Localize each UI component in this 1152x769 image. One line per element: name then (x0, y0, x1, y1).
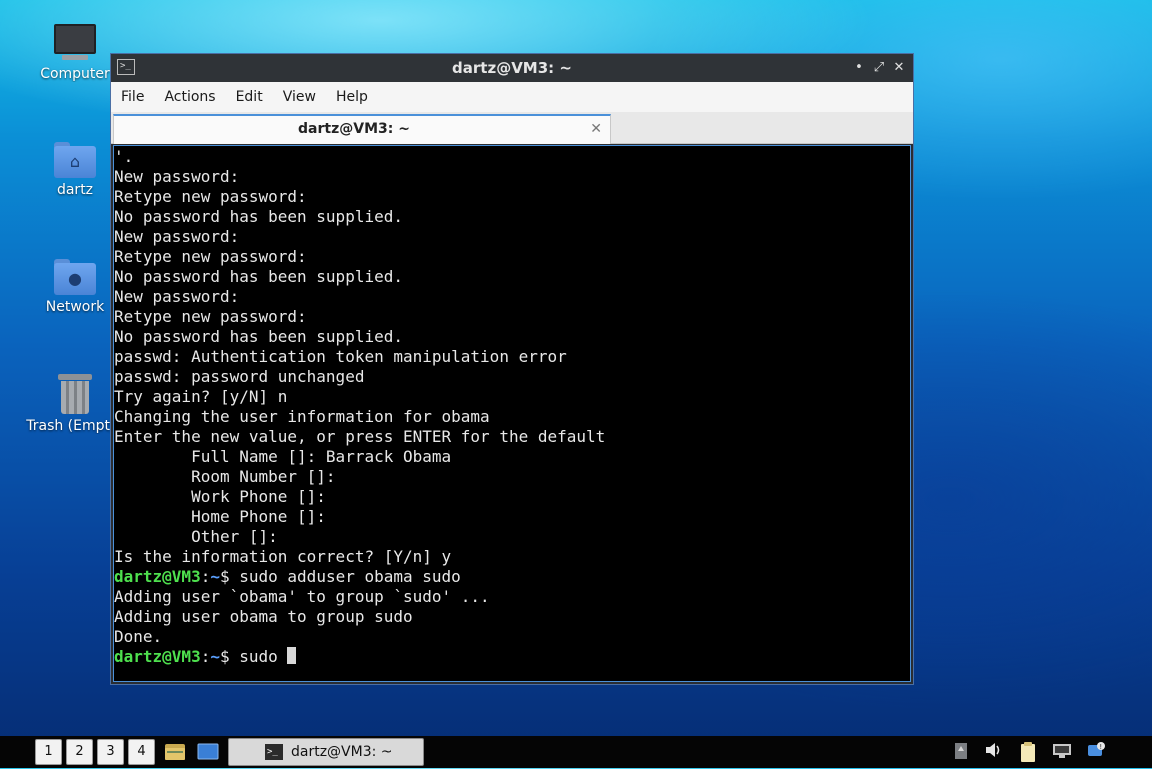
taskbar: 1 2 3 4 >_ dartz@VM3: ~ ! (0, 736, 1152, 768)
terminal-line: Work Phone []: (114, 487, 326, 506)
prompt-user: dartz@VM3 (114, 647, 201, 666)
network-icon[interactable] (1051, 741, 1073, 763)
tab-terminal[interactable]: dartz@VM3: ~ ✕ (113, 114, 611, 144)
svg-text:!: ! (1099, 743, 1102, 751)
window-title: dartz@VM3: ~ (452, 59, 572, 77)
network-folder-icon: ● (54, 259, 96, 295)
notification-icon[interactable]: ! (1085, 741, 1107, 763)
minimize-button[interactable]: • (849, 58, 869, 78)
workspace-4-button[interactable]: 4 (128, 739, 155, 765)
terminal-line: Home Phone []: (114, 507, 326, 526)
terminal-line: Enter the new value, or press ENTER for … (114, 427, 606, 446)
terminal-line: Changing the user information for obama (114, 407, 490, 426)
prompt-user: dartz@VM3 (114, 567, 201, 586)
prompt-separator: : (200, 567, 211, 586)
prompt-symbol: $ (219, 567, 240, 586)
taskbar-task-label: dartz@VM3: ~ (291, 744, 393, 760)
trash-icon (58, 374, 92, 414)
volume-icon[interactable] (983, 741, 1005, 763)
terminal-line: No password has been supplied. (114, 207, 403, 226)
file-manager-icon[interactable] (164, 742, 186, 762)
tab-close-icon[interactable]: ✕ (590, 119, 602, 139)
menu-actions[interactable]: Actions (154, 82, 225, 112)
terminal-line: Retype new password: (114, 187, 307, 206)
workspace-2-button[interactable]: 2 (66, 739, 93, 765)
prompt-symbol: $ (219, 647, 240, 666)
taskbar-terminal-button[interactable]: >_ dartz@VM3: ~ (228, 738, 424, 766)
menu-file[interactable]: File (111, 82, 154, 112)
disk-icon[interactable] (950, 741, 972, 763)
terminal-line: New password: (114, 287, 240, 306)
text-cursor (287, 647, 297, 664)
prompt-path: ~ (210, 567, 220, 586)
prompt-path: ~ (210, 647, 220, 666)
terminal-icon: >_ (265, 744, 283, 760)
prompt-line-active[interactable]: dartz@VM3:~$ sudo (114, 647, 605, 667)
terminal-line: New password: (114, 167, 240, 186)
tab-bar: dartz@VM3: ~ ✕ (111, 112, 913, 144)
menu-view[interactable]: View (273, 82, 326, 112)
terminal-line: passwd: Authentication token manipulatio… (114, 347, 567, 366)
terminal-line: Is the information correct? [Y/n] y (114, 547, 452, 566)
terminal-line: No password has been supplied. (114, 267, 403, 286)
menu-help[interactable]: Help (326, 82, 378, 112)
maximize-button[interactable]: ⤢ (869, 58, 889, 78)
terminal-line: Retype new password: (114, 247, 307, 266)
terminal-line: No password has been supplied. (114, 327, 403, 346)
home-folder-icon: ⌂ (54, 142, 96, 178)
prompt-line: dartz@VM3:~$ sudo adduser obama sudo (114, 567, 605, 587)
terminal-line: passwd: password unchanged (114, 367, 365, 386)
terminal-line: New password: (114, 227, 240, 246)
terminal-line: Adding user `obama' to group `sudo' ... (114, 587, 490, 606)
prompt-command-input[interactable]: sudo (239, 647, 287, 666)
terminal-line: Try again? [y/N] n (114, 387, 288, 406)
terminal-line: Adding user obama to group sudo (114, 607, 413, 626)
workspace-3-button[interactable]: 3 (97, 739, 124, 765)
terminal-line: Done. (114, 627, 163, 646)
terminal-window: >_ dartz@VM3: ~ • ⤢ ✕ File Actions Edit Vie… (110, 53, 914, 685)
menu-bar: File Actions Edit View Help (111, 82, 913, 112)
tab-label: dartz@VM3: ~ (298, 121, 410, 137)
prompt-command: sudo adduser obama sudo (239, 567, 461, 586)
show-desktop-icon[interactable] (197, 742, 219, 762)
window-titlebar[interactable]: >_ dartz@VM3: ~ • ⤢ ✕ (111, 54, 913, 82)
terminal-line: Full Name []: Barrack Obama (114, 447, 452, 466)
terminal-lines: '. New password: Retype new password: No pa… (114, 147, 605, 667)
terminal-output[interactable]: '. New password: Retype new password: No pa… (113, 145, 911, 682)
workspace-1-button[interactable]: 1 (35, 739, 62, 765)
terminal-line: Room Number []: (114, 467, 336, 486)
terminal-line: '. (114, 147, 134, 166)
computer-icon (54, 24, 96, 62)
clipboard-icon[interactable] (1017, 741, 1039, 763)
terminal-line: Other []: (114, 527, 278, 546)
terminal-line: Retype new password: (114, 307, 307, 326)
prompt-separator: : (200, 647, 211, 666)
menu-edit[interactable]: Edit (226, 82, 273, 112)
close-button[interactable]: ✕ (889, 58, 909, 78)
